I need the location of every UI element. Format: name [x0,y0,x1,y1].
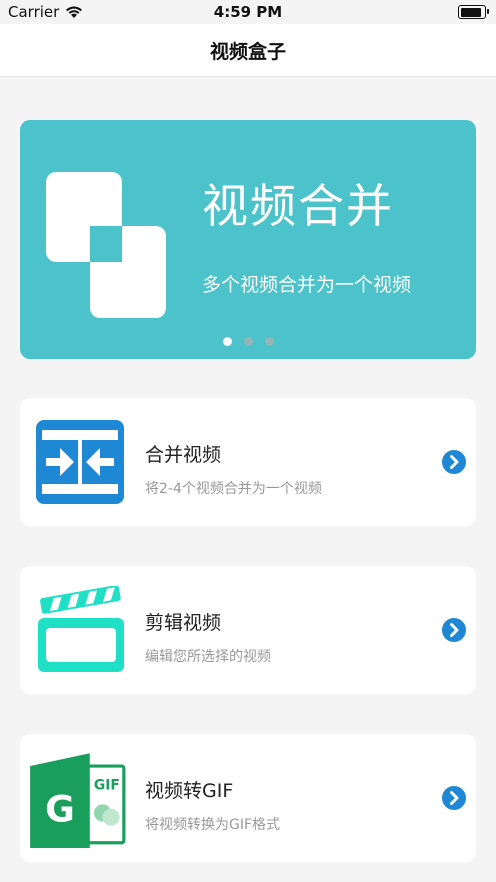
gif-letter: G [45,787,75,830]
clapperboard-icon [38,586,124,672]
overlap-squares-icon [46,172,166,318]
gif-label: GIF [94,777,120,793]
card-subtitle: 编辑您所选择的视频 [145,649,271,665]
video-to-gif-card[interactable]: G GIF 视频转GIF 将视频转换为GIF格式 [20,734,476,862]
card-subtitle: 将视频转换为GIF格式 [145,817,281,833]
chevron-right-icon[interactable] [442,786,466,810]
merge-video-card[interactable]: 合并视频 将2-4个视频合并为一个视频 [20,398,476,526]
status-bar: Carrier 4:59 PM [0,0,496,24]
gif-convert-icon: G GIF [30,753,126,848]
banner-title: 视频合并 [202,179,394,233]
card-title: 剪辑视频 [145,612,222,634]
banner-carousel[interactable]: 视频合并 多个视频合并为一个视频 [20,120,476,359]
edit-video-card[interactable]: 剪辑视频 编辑您所选择的视频 [20,566,476,694]
page-dot-2[interactable] [243,337,253,346]
chevron-right-icon[interactable] [442,450,466,474]
banner-subtitle: 多个视频合并为一个视频 [202,274,412,296]
page-indicator[interactable] [20,337,476,346]
clock: 4:59 PM [213,3,283,21]
navigation-bar: 视频盒子 [0,24,496,77]
card-title: 视频转GIF [145,780,234,802]
page-dot-3[interactable] [264,337,274,346]
merge-video-icon [36,420,124,504]
battery-icon [458,5,489,19]
page-title: 视频盒子 [209,40,286,63]
chevron-right-icon[interactable] [442,618,466,642]
page-dot-1[interactable] [222,337,232,346]
card-subtitle: 将2-4个视频合并为一个视频 [145,481,322,497]
card-title: 合并视频 [145,444,222,466]
